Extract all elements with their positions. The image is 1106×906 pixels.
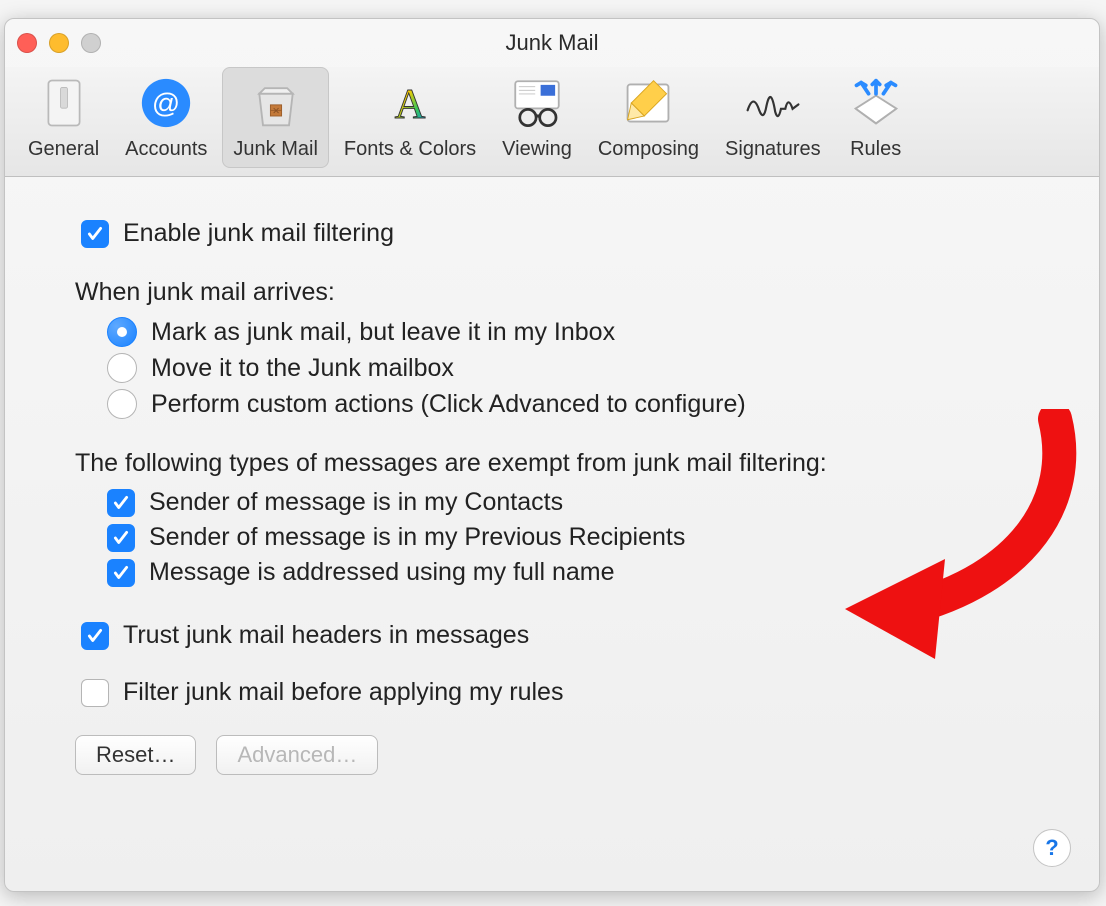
arrives-custom-actions-radio[interactable]: [107, 389, 137, 419]
checkbox-label: Trust junk mail headers in messages: [123, 621, 529, 650]
tab-viewing[interactable]: Viewing: [491, 67, 583, 168]
tab-label: Junk Mail: [233, 138, 317, 161]
tab-label: Viewing: [502, 138, 572, 161]
checkbox-label: Filter junk mail before applying my rule…: [123, 678, 563, 707]
trust-headers-checkbox[interactable]: [81, 622, 109, 650]
tab-general[interactable]: General: [17, 67, 110, 168]
tab-fonts-colors[interactable]: A Fonts & Colors: [333, 67, 487, 168]
reset-button[interactable]: Reset…: [75, 735, 196, 775]
enable-junk-filtering-checkbox[interactable]: [81, 220, 109, 248]
exempt-full-name-checkbox[interactable]: [107, 559, 135, 587]
preferences-window: Junk Mail General @ Accounts ✕: [4, 18, 1100, 892]
exempt-contacts-checkbox[interactable]: [107, 489, 135, 517]
tab-label: Signatures: [725, 138, 821, 161]
title-bar: Junk Mail: [5, 19, 1099, 67]
svg-text:A: A: [395, 81, 426, 128]
window-title: Junk Mail: [5, 30, 1099, 56]
tab-label: General: [28, 138, 99, 161]
junk-mail-settings: Enable junk mail filtering When junk mai…: [5, 177, 1099, 795]
minimize-window-button[interactable]: [49, 33, 69, 53]
arrives-move-junk-radio[interactable]: [107, 353, 137, 383]
help-button[interactable]: ?: [1033, 829, 1071, 867]
checkbox-label: Message is addressed using my full name: [149, 558, 615, 587]
junk-mail-icon: ✕: [247, 74, 305, 132]
when-arrives-title: When junk mail arrives:: [75, 278, 1055, 307]
radio-label: Mark as junk mail, but leave it in my In…: [151, 318, 615, 347]
svg-text:✕: ✕: [272, 106, 280, 116]
composing-icon: [619, 74, 677, 132]
tab-label: Composing: [598, 138, 699, 161]
tab-label: Rules: [850, 138, 901, 161]
tab-composing[interactable]: Composing: [587, 67, 710, 168]
exempt-title: The following types of messages are exem…: [75, 449, 1055, 478]
tab-rules[interactable]: Rules: [836, 67, 916, 168]
viewing-icon: [508, 74, 566, 132]
checkbox-label: Sender of message is in my Previous Reci…: [149, 523, 685, 552]
enable-junk-filtering-label: Enable junk mail filtering: [123, 219, 394, 248]
rules-icon: [847, 74, 905, 132]
tab-label: Accounts: [125, 138, 207, 161]
accounts-icon: @: [137, 74, 195, 132]
exempt-previous-recipients-checkbox[interactable]: [107, 524, 135, 552]
fonts-colors-icon: A: [381, 74, 439, 132]
tab-junk-mail[interactable]: ✕ Junk Mail: [222, 67, 328, 168]
advanced-button[interactable]: Advanced…: [216, 735, 378, 775]
signatures-icon: [744, 74, 802, 132]
general-icon: [35, 74, 93, 132]
filter-before-rules-checkbox[interactable]: [81, 679, 109, 707]
svg-text:@: @: [152, 87, 180, 118]
radio-label: Move it to the Junk mailbox: [151, 354, 454, 383]
tab-signatures[interactable]: Signatures: [714, 67, 832, 168]
checkbox-label: Sender of message is in my Contacts: [149, 488, 563, 517]
preferences-toolbar: General @ Accounts ✕ Junk Mail: [5, 67, 1099, 177]
window-controls: [17, 33, 101, 53]
arrives-mark-leave-inbox-radio[interactable]: [107, 317, 137, 347]
tab-accounts[interactable]: @ Accounts: [114, 67, 218, 168]
close-window-button[interactable]: [17, 33, 37, 53]
radio-label: Perform custom actions (Click Advanced t…: [151, 390, 746, 419]
tab-label: Fonts & Colors: [344, 138, 476, 161]
zoom-window-button[interactable]: [81, 33, 101, 53]
